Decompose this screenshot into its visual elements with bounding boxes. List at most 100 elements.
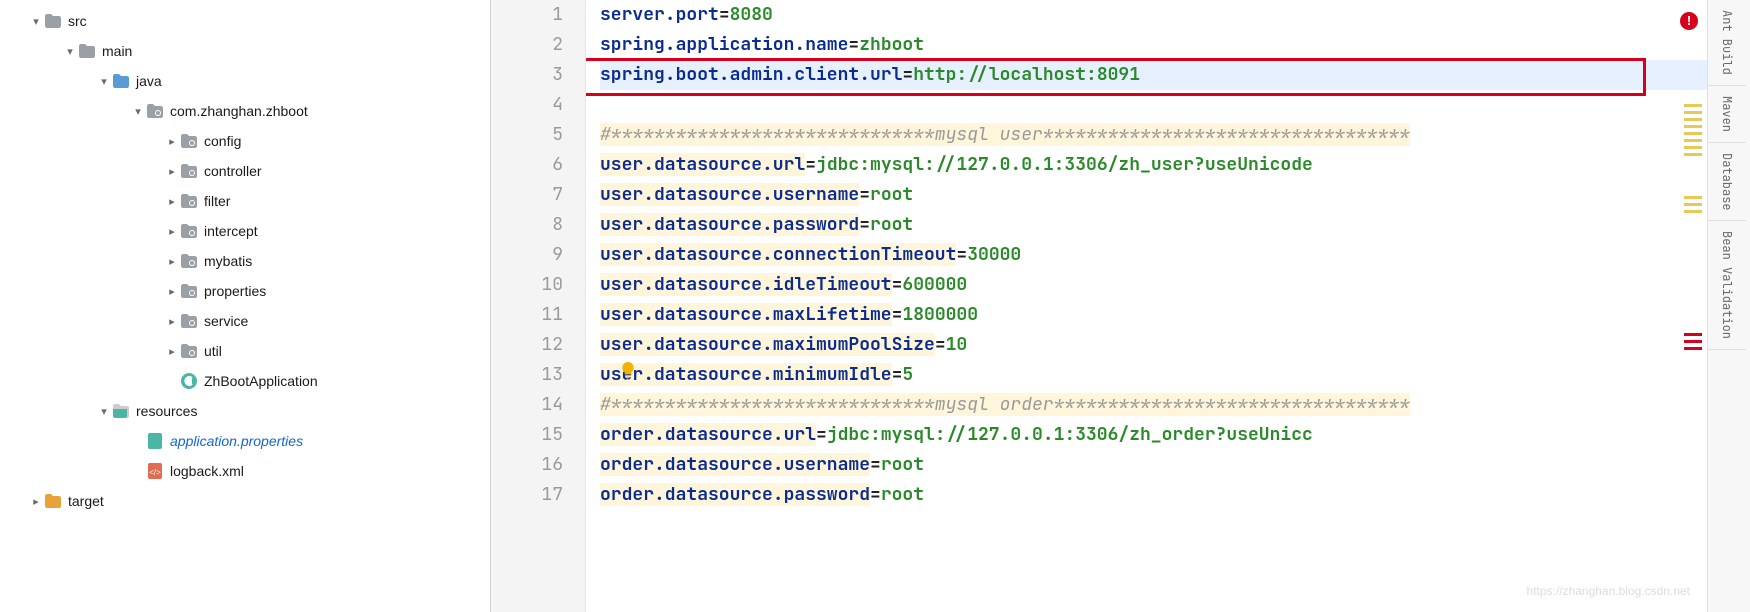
tree-item-label: util <box>204 343 222 359</box>
chevron-right-icon[interactable]: ▸ <box>164 343 180 359</box>
code-line-4[interactable] <box>600 90 1750 120</box>
error-icon[interactable]: ! <box>1680 10 1698 28</box>
tree-item-service[interactable]: ▸ service <box>0 306 490 336</box>
tree-item-label: src <box>68 13 87 29</box>
fo-orange-icon <box>44 493 62 509</box>
tree-item-java[interactable]: ▾ java <box>0 66 490 96</box>
tool-tabs-right[interactable]: Ant BuildMavenDatabaseBean Validation <box>1707 0 1750 612</box>
tree-item-label: resources <box>136 403 197 419</box>
line-number: 14 <box>491 390 563 420</box>
tool-tab-database[interactable]: Database <box>1708 143 1746 222</box>
line-number: 9 <box>491 240 563 270</box>
tool-tab-maven[interactable]: Maven <box>1708 86 1746 143</box>
tree-item-controller[interactable]: ▸ controller <box>0 156 490 186</box>
tree-item-logback-xml[interactable]: </>logback.xml <box>0 456 490 486</box>
tree-item-label: service <box>204 313 248 329</box>
svg-text:!: ! <box>1687 13 1691 28</box>
tool-tab-ant-build[interactable]: Ant Build <box>1708 0 1746 86</box>
line-number: 4 <box>491 90 563 120</box>
tree-item-label: java <box>136 73 162 89</box>
chevron-right-icon[interactable]: ▸ <box>164 193 180 209</box>
fi-class-icon <box>180 373 198 389</box>
tree-item-mybatis[interactable]: ▸ mybatis <box>0 246 490 276</box>
code-line-16[interactable]: order.datasource.username=root <box>600 450 1750 480</box>
fo-gray-icon <box>44 13 62 29</box>
line-number: 5 <box>491 120 563 150</box>
fo-gray-icon <box>146 103 164 119</box>
line-number: 10 <box>491 270 563 300</box>
line-number: 13 <box>491 360 563 390</box>
code-line-12[interactable]: user.datasource.maximumPoolSize=10 <box>600 330 1750 360</box>
error-stripe[interactable] <box>1684 100 1702 354</box>
tree-item-label: filter <box>204 193 230 209</box>
project-tree[interactable]: ▾src▾main▾java▾com.zhanghan.zhboot▸confi… <box>0 0 491 612</box>
intention-bulb-icon[interactable] <box>619 360 637 378</box>
line-number: 11 <box>491 300 563 330</box>
tree-item-label: logback.xml <box>170 463 244 479</box>
fo-gray-icon <box>180 253 198 269</box>
code-line-17[interactable]: order.datasource.password=root <box>600 480 1750 510</box>
tree-item-resources[interactable]: ▾ resources <box>0 396 490 426</box>
fo-gray-icon <box>180 223 198 239</box>
tree-item-label: application.properties <box>170 433 303 449</box>
tree-item-util[interactable]: ▸ util <box>0 336 490 366</box>
line-number: 17 <box>491 480 563 510</box>
line-number: 16 <box>491 450 563 480</box>
tree-item-label: config <box>204 133 241 149</box>
code-line-5[interactable]: #******************************mysql use… <box>600 120 1750 150</box>
code-line-8[interactable]: user.datasource.password=root <box>600 210 1750 240</box>
code-line-14[interactable]: #******************************mysql ord… <box>600 390 1750 420</box>
tree-item-properties[interactable]: ▸ properties <box>0 276 490 306</box>
fo-gray-icon <box>180 313 198 329</box>
code-area[interactable]: server.port=8080spring.application.name=… <box>586 0 1750 612</box>
code-line-13[interactable]: user.datasource.minimumIdle=5 <box>600 360 1750 390</box>
chevron-right-icon[interactable]: ▸ <box>164 253 180 269</box>
code-line-7[interactable]: user.datasource.username=root <box>600 180 1750 210</box>
fo-gray-icon <box>78 43 96 59</box>
tree-item-src[interactable]: ▾ src <box>0 6 490 36</box>
code-line-3[interactable]: spring.boot.admin.client.url=http://loca… <box>600 60 1750 90</box>
tree-item-zhbootapplication[interactable]: ZhBootApplication <box>0 366 490 396</box>
fo-gray-icon <box>180 163 198 179</box>
tree-item-label: com.zhanghan.zhboot <box>170 103 308 119</box>
tree-item-label: mybatis <box>204 253 252 269</box>
tree-item-com-zhanghan-zhboot[interactable]: ▾ com.zhanghan.zhboot <box>0 96 490 126</box>
chevron-down-icon[interactable]: ▾ <box>62 43 78 59</box>
chevron-right-icon[interactable]: ▸ <box>164 283 180 299</box>
code-editor[interactable]: 1234567891011121314151617 server.port=80… <box>491 0 1750 612</box>
fo-gray-icon <box>180 283 198 299</box>
tree-item-label: target <box>68 493 104 509</box>
tree-item-intercept[interactable]: ▸intercept <box>0 216 490 246</box>
chevron-right-icon[interactable]: ▸ <box>164 313 180 329</box>
fo-gray-icon <box>180 133 198 149</box>
line-number: 6 <box>491 150 563 180</box>
code-line-11[interactable]: user.datasource.maxLifetime=1800000 <box>600 300 1750 330</box>
code-line-15[interactable]: order.datasource.url=jdbc:mysql://127.0.… <box>600 420 1750 450</box>
code-line-2[interactable]: spring.application.name=zhboot <box>600 30 1750 60</box>
chevron-down-icon[interactable]: ▾ <box>28 13 44 29</box>
tree-item-filter[interactable]: ▸ filter <box>0 186 490 216</box>
code-line-1[interactable]: server.port=8080 <box>600 0 1750 30</box>
chevron-down-icon[interactable]: ▾ <box>96 403 112 419</box>
chevron-down-icon[interactable]: ▾ <box>96 73 112 89</box>
fo-blue-icon <box>112 73 130 89</box>
spacer <box>130 463 146 479</box>
tool-tab-bean-validation[interactable]: Bean Validation <box>1708 221 1746 350</box>
tree-item-label: properties <box>204 283 266 299</box>
chevron-right-icon[interactable]: ▸ <box>164 133 180 149</box>
chevron-right-icon[interactable]: ▸ <box>164 163 180 179</box>
tree-item-target[interactable]: ▸ target <box>0 486 490 516</box>
code-line-6[interactable]: user.datasource.url=jdbc:mysql://127.0.0… <box>600 150 1750 180</box>
code-line-10[interactable]: user.datasource.idleTimeout=600000 <box>600 270 1750 300</box>
chevron-right-icon[interactable]: ▸ <box>28 493 44 509</box>
line-number: 15 <box>491 420 563 450</box>
fo-teal-icon <box>112 403 130 419</box>
chevron-right-icon[interactable]: ▸ <box>164 223 180 239</box>
tree-item-label: controller <box>204 163 262 179</box>
tree-item-main[interactable]: ▾main <box>0 36 490 66</box>
tree-item-application-properties[interactable]: application.properties <box>0 426 490 456</box>
tree-item-config[interactable]: ▸ config <box>0 126 490 156</box>
line-gutter: 1234567891011121314151617 <box>491 0 586 612</box>
code-line-9[interactable]: user.datasource.connectionTimeout=30000 <box>600 240 1750 270</box>
chevron-down-icon[interactable]: ▾ <box>130 103 146 119</box>
